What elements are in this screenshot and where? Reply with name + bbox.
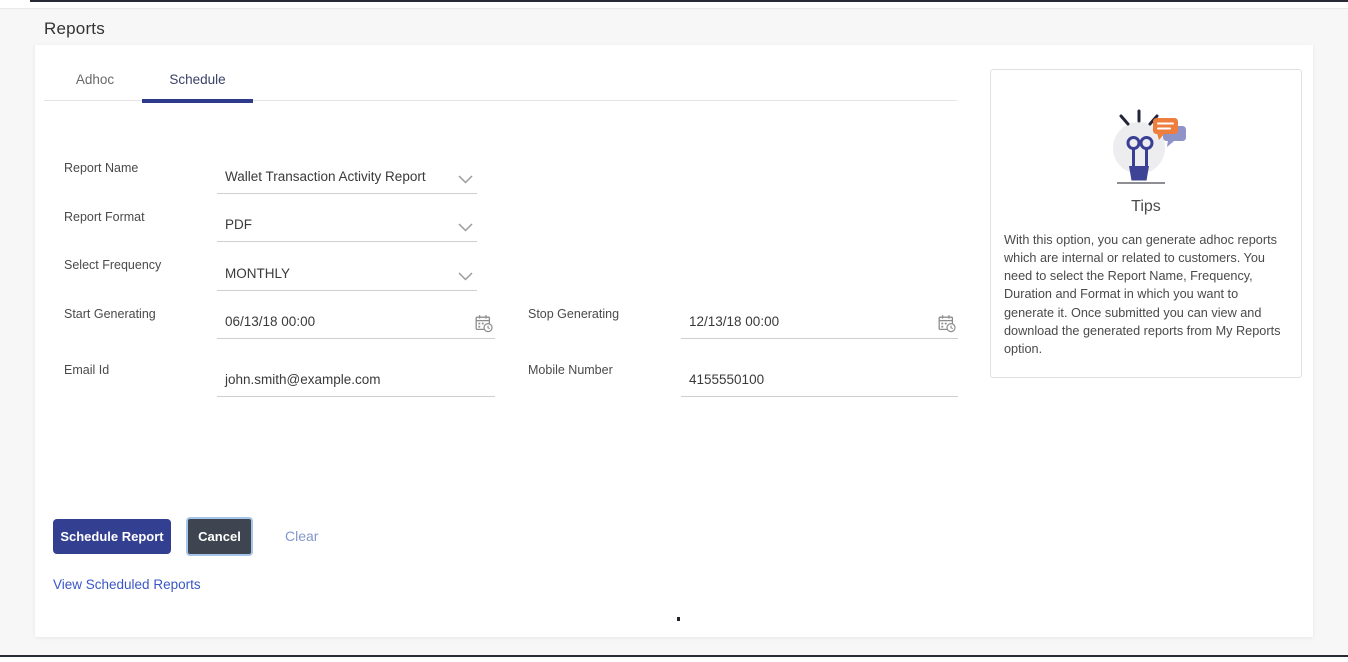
email-id-label: Email Id: [64, 363, 110, 377]
select-frequency-select[interactable]: MONTHLY: [217, 263, 477, 291]
active-tab-indicator: [142, 99, 253, 103]
bottom-border-line: [0, 655, 1348, 657]
report-name-value: Wallet Transaction Activity Report: [225, 169, 426, 184]
start-generating-input[interactable]: 06/13/18 00:00: [217, 311, 495, 339]
start-generating-value: 06/13/18 00:00: [225, 314, 316, 329]
tab-bar: Adhoc Schedule: [44, 63, 957, 103]
chevron-down-icon: [458, 175, 473, 184]
report-format-value: PDF: [225, 217, 252, 232]
mobile-number-input[interactable]: 4155550100: [681, 369, 958, 397]
cancel-button[interactable]: Cancel: [186, 517, 253, 556]
tab-schedule-label: Schedule: [169, 72, 226, 87]
mobile-number-value: 4155550100: [689, 372, 765, 387]
calendar-clock-icon[interactable]: [938, 314, 956, 333]
tips-title: Tips: [1131, 198, 1161, 215]
clear-link[interactable]: Clear: [285, 528, 318, 544]
top-border-line: [30, 0, 1348, 2]
chevron-down-icon: [458, 223, 473, 232]
email-id-value: john.smith@example.com: [225, 372, 381, 387]
report-format-select[interactable]: PDF: [217, 214, 477, 242]
lightbulb-chat-icon: [1113, 109, 1186, 184]
stray-dot: [677, 617, 680, 621]
chevron-down-icon: [458, 272, 473, 281]
tips-body: With this option, you can generate adhoc…: [1004, 233, 1281, 356]
tab-schedule[interactable]: Schedule: [142, 63, 253, 103]
tab-adhoc-label: Adhoc: [75, 72, 115, 87]
report-name-label: Report Name: [64, 161, 139, 175]
view-scheduled-reports-link[interactable]: View Scheduled Reports: [53, 577, 201, 592]
tab-adhoc[interactable]: Adhoc: [60, 63, 130, 101]
reports-screen: Reports Adhoc Schedule Report Name Walle…: [0, 0, 1348, 662]
email-id-input[interactable]: john.smith@example.com: [217, 369, 495, 397]
stop-generating-input[interactable]: 12/13/18 00:00: [681, 311, 958, 339]
report-name-select[interactable]: Wallet Transaction Activity Report: [217, 166, 477, 194]
stop-generating-value: 12/13/18 00:00: [689, 314, 780, 329]
calendar-clock-icon[interactable]: [475, 314, 493, 333]
schedule-report-button[interactable]: Schedule Report: [53, 519, 171, 554]
start-generating-label: Start Generating: [64, 307, 156, 321]
mobile-number-label: Mobile Number: [528, 363, 613, 377]
stop-generating-label: Stop Generating: [528, 307, 620, 321]
page-title: Reports: [44, 19, 105, 38]
tips-panel: Tips With this option, you can generate …: [990, 69, 1302, 378]
reports-card: Adhoc Schedule Report Name Wallet Transa…: [35, 45, 1313, 637]
report-format-label: Report Format: [64, 210, 145, 224]
select-frequency-value: MONTHLY: [225, 266, 291, 281]
select-frequency-label: Select Frequency: [64, 258, 162, 272]
